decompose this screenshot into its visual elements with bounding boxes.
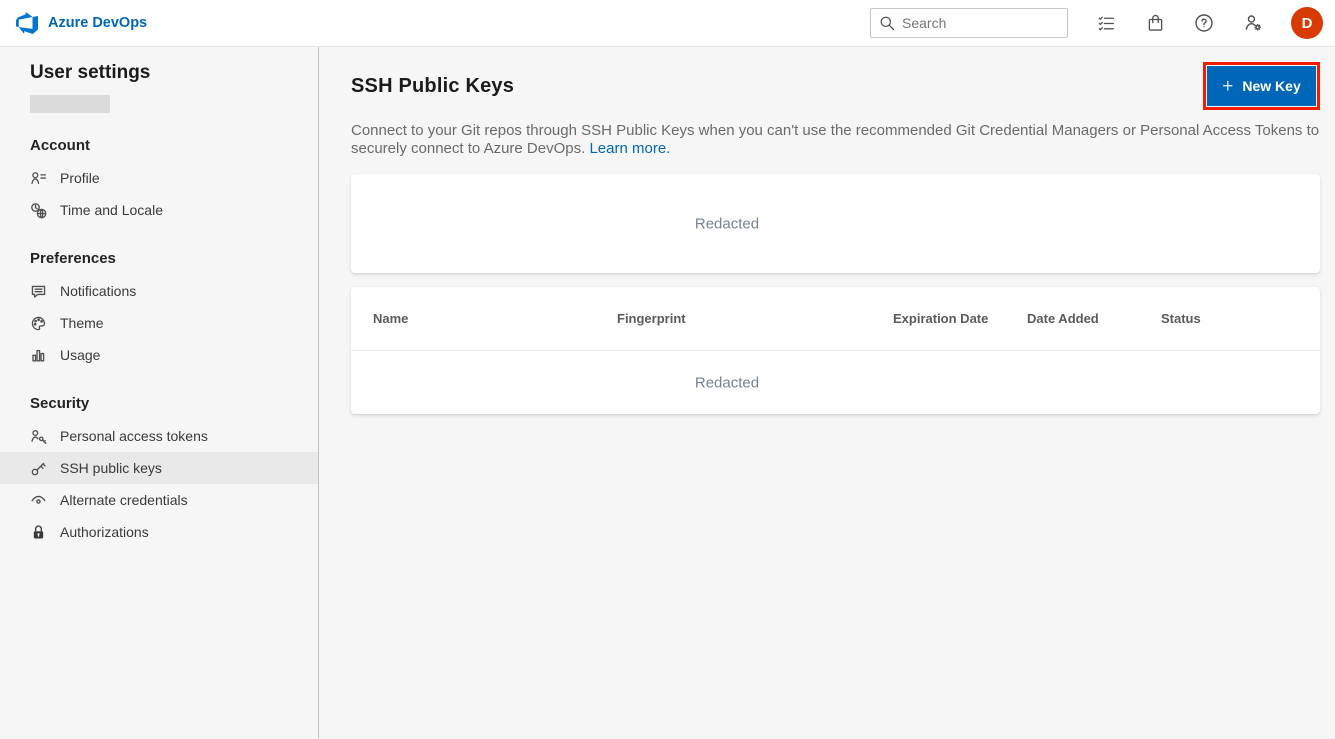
sidebar-item-label: Profile — [60, 170, 100, 186]
sidebar-item-theme[interactable]: Theme — [0, 307, 318, 339]
sidebar-item-label: Alternate credentials — [60, 492, 188, 508]
sidebar-item-usage[interactable]: Usage — [0, 339, 318, 371]
learn-more-link[interactable]: Learn more. — [589, 140, 670, 157]
sidebar-item-profile[interactable]: Profile — [0, 162, 318, 194]
app-shell: User settings Account Profile Time and L… — [0, 47, 1335, 738]
page-description: Connect to your Git repos through SSH Pu… — [351, 122, 1320, 157]
redacted-banner-card: Redacted — [351, 174, 1320, 273]
key-icon — [30, 460, 47, 477]
search-input[interactable] — [902, 15, 1059, 31]
lock-icon — [30, 524, 47, 541]
avatar[interactable]: D — [1291, 7, 1323, 39]
clock-globe-icon — [30, 202, 47, 219]
redacted-text: Redacted — [695, 374, 759, 391]
sidebar-heading-account: Account — [30, 137, 318, 154]
ssh-keys-table-card: Name Fingerprint Expiration Date Date Ad… — [351, 287, 1320, 414]
topbar-actions: D — [870, 7, 1323, 39]
help-icon[interactable] — [1193, 12, 1215, 34]
marketplace-bag-icon[interactable] — [1144, 12, 1166, 34]
column-header-name: Name — [373, 311, 617, 326]
sidebar-redacted-block — [30, 95, 110, 113]
main-content: SSH Public Keys + New Key Connect to you… — [319, 47, 1335, 738]
task-list-icon[interactable] — [1095, 12, 1117, 34]
sidebar-item-label: Authorizations — [60, 524, 149, 540]
sidebar-item-ssh-public-keys[interactable]: SSH public keys — [0, 452, 318, 484]
palette-icon — [30, 315, 47, 332]
bar-chart-icon — [30, 347, 47, 364]
top-bar: Azure DevOps — [0, 0, 1335, 47]
sidebar-item-notifications[interactable]: Notifications — [0, 275, 318, 307]
redacted-text: Redacted — [695, 215, 759, 232]
table-row: Redacted — [351, 351, 1320, 414]
sidebar-item-label: SSH public keys — [60, 460, 162, 476]
sidebar-item-label: Time and Locale — [60, 202, 163, 218]
sidebar-item-label: Notifications — [60, 283, 136, 299]
eye-icon — [30, 492, 47, 509]
comment-icon — [30, 283, 47, 300]
new-key-button[interactable]: + New Key — [1207, 66, 1316, 106]
new-key-button-label: New Key — [1242, 78, 1300, 94]
search-icon — [879, 15, 895, 31]
profile-icon — [30, 170, 47, 187]
column-header-expiration-date: Expiration Date — [893, 311, 1027, 326]
column-header-date-added: Date Added — [1027, 311, 1161, 326]
sidebar-item-label: Usage — [60, 347, 100, 363]
column-header-fingerprint: Fingerprint — [617, 311, 893, 326]
sidebar-item-personal-access-tokens[interactable]: Personal access tokens — [0, 420, 318, 452]
page-title: SSH Public Keys — [351, 75, 514, 98]
column-header-status: Status — [1161, 311, 1201, 326]
sidebar: User settings Account Profile Time and L… — [0, 47, 319, 738]
description-text: Connect to your Git repos through SSH Pu… — [351, 122, 1319, 157]
sidebar-item-label: Theme — [60, 315, 104, 331]
azure-devops-logo-icon — [16, 12, 38, 34]
sidebar-heading-security: Security — [30, 395, 318, 412]
sidebar-item-time-and-locale[interactable]: Time and Locale — [0, 194, 318, 226]
sidebar-item-alternate-credentials[interactable]: Alternate credentials — [0, 484, 318, 516]
table-header-row: Name Fingerprint Expiration Date Date Ad… — [351, 287, 1320, 351]
page-header: SSH Public Keys + New Key — [351, 62, 1320, 110]
person-key-icon — [30, 428, 47, 445]
sidebar-title: User settings — [30, 62, 318, 84]
annotation-highlight-box: + New Key — [1203, 62, 1320, 110]
sidebar-heading-preferences: Preferences — [30, 250, 318, 267]
user-settings-icon[interactable] — [1242, 12, 1264, 34]
search-box[interactable] — [870, 8, 1068, 38]
azure-devops-home-link[interactable]: Azure DevOps — [16, 12, 147, 34]
sidebar-item-label: Personal access tokens — [60, 428, 208, 444]
app-title: Azure DevOps — [48, 15, 147, 31]
sidebar-item-authorizations[interactable]: Authorizations — [0, 516, 318, 548]
plus-icon: + — [1222, 77, 1233, 96]
